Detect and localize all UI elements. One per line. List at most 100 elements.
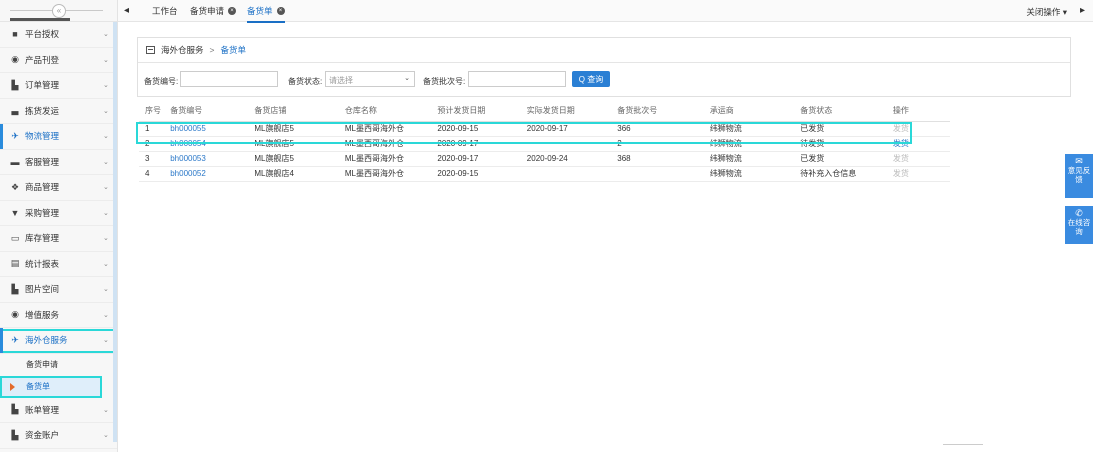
chevron-down-icon: ⌄: [103, 235, 109, 242]
search-panel: 海外仓服务 > 备货单 备货编号: 备货状态: 请选择 ⌄ 备货批次号: Q 查…: [137, 37, 1071, 97]
table-row[interactable]: 4 bh000052 ML旗舰店4 ML墨西哥海外仓 2020-09-15 纬狮物流 待补充…: [139, 166, 950, 182]
sidebar-item-9[interactable]: ▤ 统计报表 ⌄: [0, 252, 117, 277]
sidebar-item-1[interactable]: ◉ 产品刊登 ⌄: [0, 48, 117, 73]
tab-label: 备货单: [247, 6, 273, 16]
search-button[interactable]: Q 查询: [572, 71, 610, 87]
sidebar-item-0[interactable]: ■ 平台授权 ⌄: [0, 22, 117, 48]
menu-icon: [146, 46, 155, 54]
sidebar-item-7[interactable]: ▼ 采购管理 ⌄: [0, 201, 117, 226]
panel-divider: [138, 62, 1070, 63]
stock-status-select[interactable]: 请选择 ⌄: [325, 71, 415, 87]
table-cell: 纬狮物流: [703, 166, 795, 182]
sidebar-item-label: 海外仓服务: [25, 335, 68, 346]
stock-code-link[interactable]: bh000052: [164, 166, 249, 182]
table-cell: 待补充入仓信息: [794, 166, 887, 182]
sidebar-item-3[interactable]: ▃ 拣货发运 ⌄: [0, 99, 117, 124]
chevron-down-icon: ⌄: [103, 209, 109, 217]
plane-icon: ✈: [11, 130, 19, 141]
column-header: 承运商: [703, 101, 795, 122]
column-header: 备货状态: [794, 101, 887, 122]
sidebar-item-2[interactable]: ▙ 订单管理 ⌄: [0, 73, 117, 99]
sidebar-item-label: 拣货发运: [25, 105, 60, 116]
table-cell: [611, 166, 704, 182]
online-chat-widget[interactable]: ✆ 在线咨询: [1065, 206, 1093, 244]
sidebar-top: «: [0, 0, 117, 22]
table-cell: 已发货: [794, 151, 887, 167]
stock-code-input[interactable]: [180, 71, 278, 87]
sidebar-subitem-1[interactable]: 备货单: [0, 375, 102, 398]
column-header: 实际发货日期: [520, 101, 612, 122]
ship-action-link[interactable]: 发货: [886, 166, 950, 182]
table-cell: ML旗舰店5: [248, 151, 339, 167]
column-header: 备货编号: [164, 101, 249, 122]
sidebar-item-label: 库存管理: [25, 233, 60, 244]
sidebar-item-label: 采购管理: [25, 207, 60, 218]
sidebar-item-label: 客服管理: [25, 156, 60, 167]
tab-scroll-left-icon[interactable]: ◂: [124, 5, 129, 16]
phone-icon: ✆: [1075, 208, 1083, 218]
sidebar-bottom-item-1[interactable]: ▙ 资金账户 ⌄: [0, 423, 117, 449]
box-icon: ▭: [10, 232, 20, 243]
sidebar-bottom-item-0[interactable]: ▙ 账单管理 ⌄: [0, 398, 117, 423]
sidebar-item-11[interactable]: ◉ 增值服务 ⌄: [0, 303, 117, 328]
column-header: 备货店铺: [248, 101, 339, 122]
globe-icon: ◉: [11, 309, 19, 320]
table-cell: 368: [611, 151, 704, 167]
table-cell: 4: [139, 166, 165, 182]
tab-label: 备货申请: [190, 6, 225, 16]
briefcase-icon: ▬: [10, 156, 20, 167]
document-icon: ▙: [11, 429, 19, 440]
batch-label: 备货批次号:: [423, 77, 466, 86]
sidebar-item-label: 物流管理: [25, 131, 60, 142]
sidebar-subitem-0[interactable]: 备货申请: [0, 354, 117, 376]
feedback-widget[interactable]: ✉ 意见反馈: [1065, 154, 1093, 198]
image-icon: ▙: [11, 283, 19, 294]
column-header: 备货批次号: [611, 101, 704, 122]
truck-icon: ▃: [11, 105, 19, 116]
sidebar-item-8[interactable]: ▭ 库存管理 ⌄: [0, 226, 117, 252]
sidebar-subitem-label: 备货申请: [26, 360, 58, 369]
sidebar-item-6[interactable]: ❖ 商品管理 ⌄: [0, 175, 117, 201]
close-tab-icon[interactable]: ×: [276, 7, 285, 15]
chevron-down-icon: ⌄: [103, 432, 109, 439]
column-header: 操作: [886, 101, 950, 122]
tab-scroll-right-icon[interactable]: ▸: [1080, 5, 1085, 16]
tab-stock-apply[interactable]: 备货申请 ×: [190, 5, 237, 17]
row-highlight: [136, 122, 912, 144]
cart-icon: ▼: [10, 207, 20, 218]
sidebar-item-12[interactable]: ✈ 海外仓服务 ⌄: [0, 328, 117, 354]
ship-action-link[interactable]: 发货: [886, 151, 950, 167]
tab-workbench[interactable]: 工作台: [152, 5, 178, 17]
breadcrumb-root[interactable]: 海外仓服务: [161, 44, 204, 56]
table-cell: ML墨西哥海外仓: [338, 166, 432, 182]
sidebar-item-10[interactable]: ▙ 图片空间 ⌄: [0, 277, 117, 303]
sidebar-item-5[interactable]: ▬ 客服管理 ⌄: [0, 150, 117, 175]
breadcrumb-current: 备货单: [220, 45, 246, 55]
close-operations-menu[interactable]: 关闭操作 ▾: [1026, 6, 1067, 18]
stock-status-label: 备货状态:: [288, 77, 323, 86]
collapse-sidebar-icon[interactable]: «: [52, 4, 66, 18]
chevron-down-icon: ⌄: [103, 311, 109, 319]
sidebar-scrollbar[interactable]: [113, 22, 117, 442]
chevron-down-icon: ⌄: [103, 31, 109, 38]
sidebar-item-4[interactable]: ✈ 物流管理 ⌄: [0, 124, 117, 150]
sidebar-item-label: 统计报表: [25, 258, 60, 269]
document-icon: ▙: [11, 404, 19, 415]
chevron-down-icon: ⌄: [103, 260, 109, 268]
bottom-divider: [943, 444, 983, 445]
sidebar-item-label: 账单管理: [25, 404, 60, 415]
sidebar-nav: ■ 平台授权 ⌄ ◉ 产品刊登 ⌄ ▙ 订单管理 ⌄ ▃ 拣货发运 ⌄ ✈ 物流管理 ⌄ ▬ 客服管理 ⌄ ❖ 商品管…: [0, 22, 117, 449]
table-row[interactable]: 3 bh000053 ML旗舰店5 ML墨西哥海外仓 2020-09-17 2020-09…: [139, 151, 950, 167]
sidebar: « ■ 平台授权 ⌄ ◉ 产品刊登 ⌄ ▙ 订单管理 ⌄ ▃ 拣货发运 ⌄ ✈ 物流管理 ⌄ ▬ 客服管理 ⌄ ❖ 商…: [0, 0, 118, 452]
chevron-down-icon: ⌄: [103, 184, 109, 191]
tab-stock-order[interactable]: 备货单 ×: [247, 5, 285, 23]
batch-input[interactable]: [468, 71, 566, 87]
tags-icon: ❖: [10, 181, 20, 192]
column-header: 预计发货日期: [431, 101, 521, 122]
document-icon: ▙: [11, 79, 19, 90]
close-tab-icon[interactable]: ×: [228, 7, 237, 15]
chevron-down-icon: ⌄: [103, 56, 109, 64]
sidebar-partial-item: [10, 18, 70, 21]
sidebar-item-label: 商品管理: [25, 182, 60, 193]
stock-code-link[interactable]: bh000053: [164, 151, 249, 167]
